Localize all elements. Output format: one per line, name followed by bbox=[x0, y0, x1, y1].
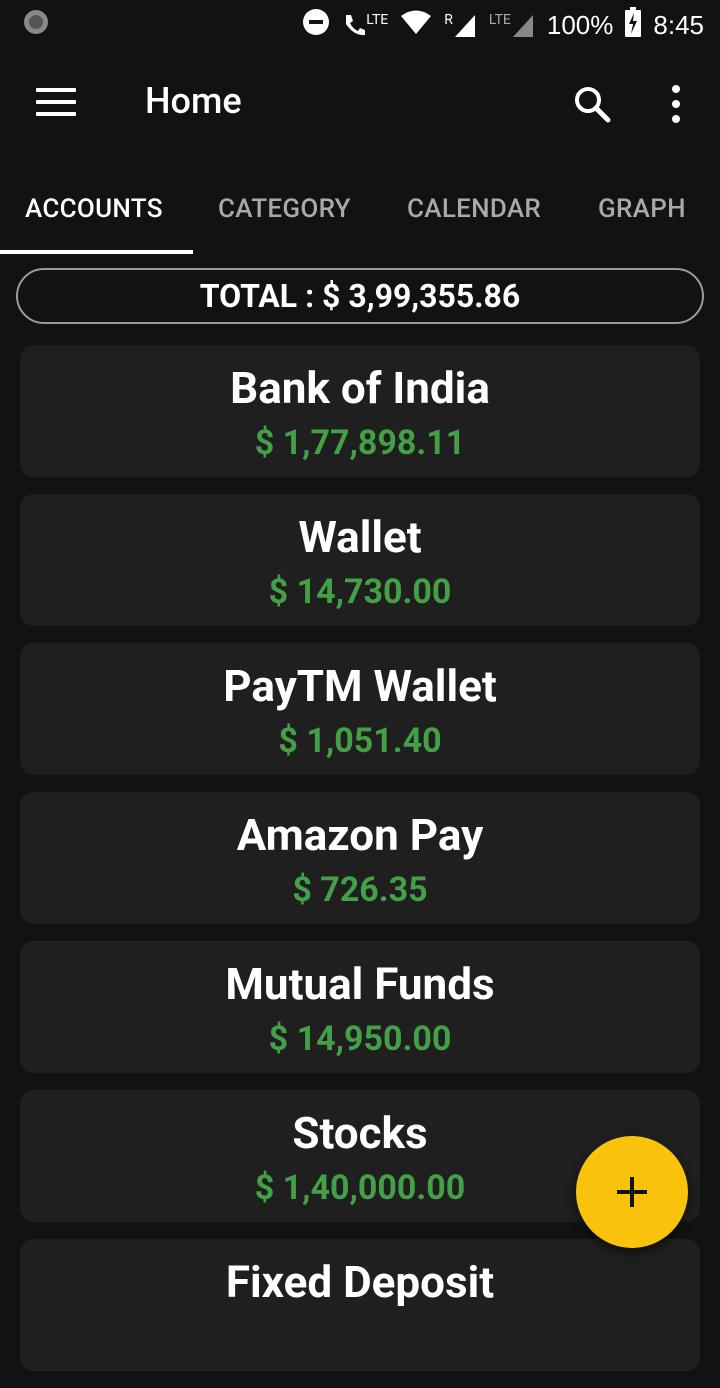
account-card[interactable]: Mutual Funds $ 14,950.00 bbox=[20, 941, 700, 1073]
plus-icon bbox=[617, 1177, 647, 1207]
account-amount: $ 14,730.00 bbox=[268, 572, 452, 612]
account-name: Amazon Pay bbox=[236, 809, 484, 861]
account-card[interactable]: Amazon Pay $ 726.35 bbox=[20, 792, 700, 924]
tab-indicator bbox=[0, 250, 193, 254]
account-name: Bank of India bbox=[230, 362, 490, 414]
page-title: Home bbox=[145, 80, 242, 122]
account-card[interactable]: PayTM Wallet $ 1,051.40 bbox=[20, 643, 700, 775]
wifi-icon bbox=[400, 9, 432, 42]
roaming-label: R bbox=[444, 12, 453, 28]
account-name: Wallet bbox=[298, 511, 422, 563]
chrome-notification-icon bbox=[22, 8, 50, 43]
account-amount: $ 726.35 bbox=[292, 870, 428, 910]
status-bar: LTE R LTE 100% 8:45 bbox=[0, 0, 720, 50]
add-account-button[interactable] bbox=[576, 1136, 688, 1248]
tab-calendar[interactable]: CALENDAR bbox=[407, 194, 541, 224]
tab-category[interactable]: CATEGORY bbox=[218, 194, 351, 224]
account-name: PayTM Wallet bbox=[223, 660, 497, 712]
menu-icon[interactable] bbox=[36, 88, 76, 118]
account-name: Fixed Deposit bbox=[225, 1256, 495, 1308]
account-amount: $ 1,051.40 bbox=[278, 721, 442, 761]
search-icon[interactable] bbox=[570, 82, 614, 126]
account-card[interactable]: Wallet $ 14,730.00 bbox=[20, 494, 700, 626]
app-bar: Home bbox=[0, 50, 720, 160]
account-card[interactable]: Fixed Deposit bbox=[20, 1239, 700, 1371]
battery-percent: 100% bbox=[546, 9, 614, 40]
more-vert-icon[interactable] bbox=[664, 84, 688, 124]
lte2-label: LTE bbox=[488, 12, 511, 28]
account-amount: $ 1,77,898.11 bbox=[254, 423, 466, 463]
battery-charging-icon bbox=[625, 6, 642, 44]
volte-call-icon: LTE bbox=[342, 12, 388, 38]
tab-bar: ACCOUNTS CATEGORY CALENDAR GRAPH bbox=[0, 160, 720, 256]
dnd-icon bbox=[302, 8, 330, 43]
tab-accounts[interactable]: ACCOUNTS bbox=[25, 194, 163, 224]
account-card[interactable]: Bank of India $ 1,77,898.11 bbox=[20, 345, 700, 477]
tab-graph[interactable]: GRAPH bbox=[598, 194, 686, 224]
clock: 8:45 bbox=[653, 9, 704, 40]
account-amount: $ 14,950.00 bbox=[268, 1019, 452, 1059]
lte-label: LTE bbox=[366, 12, 389, 28]
signal-sim2-icon: LTE bbox=[489, 12, 535, 38]
total-balance: TOTAL : $ 3,99,355.86 bbox=[16, 268, 704, 324]
account-name: Mutual Funds bbox=[225, 958, 495, 1010]
signal-roaming-icon: R bbox=[444, 12, 477, 38]
